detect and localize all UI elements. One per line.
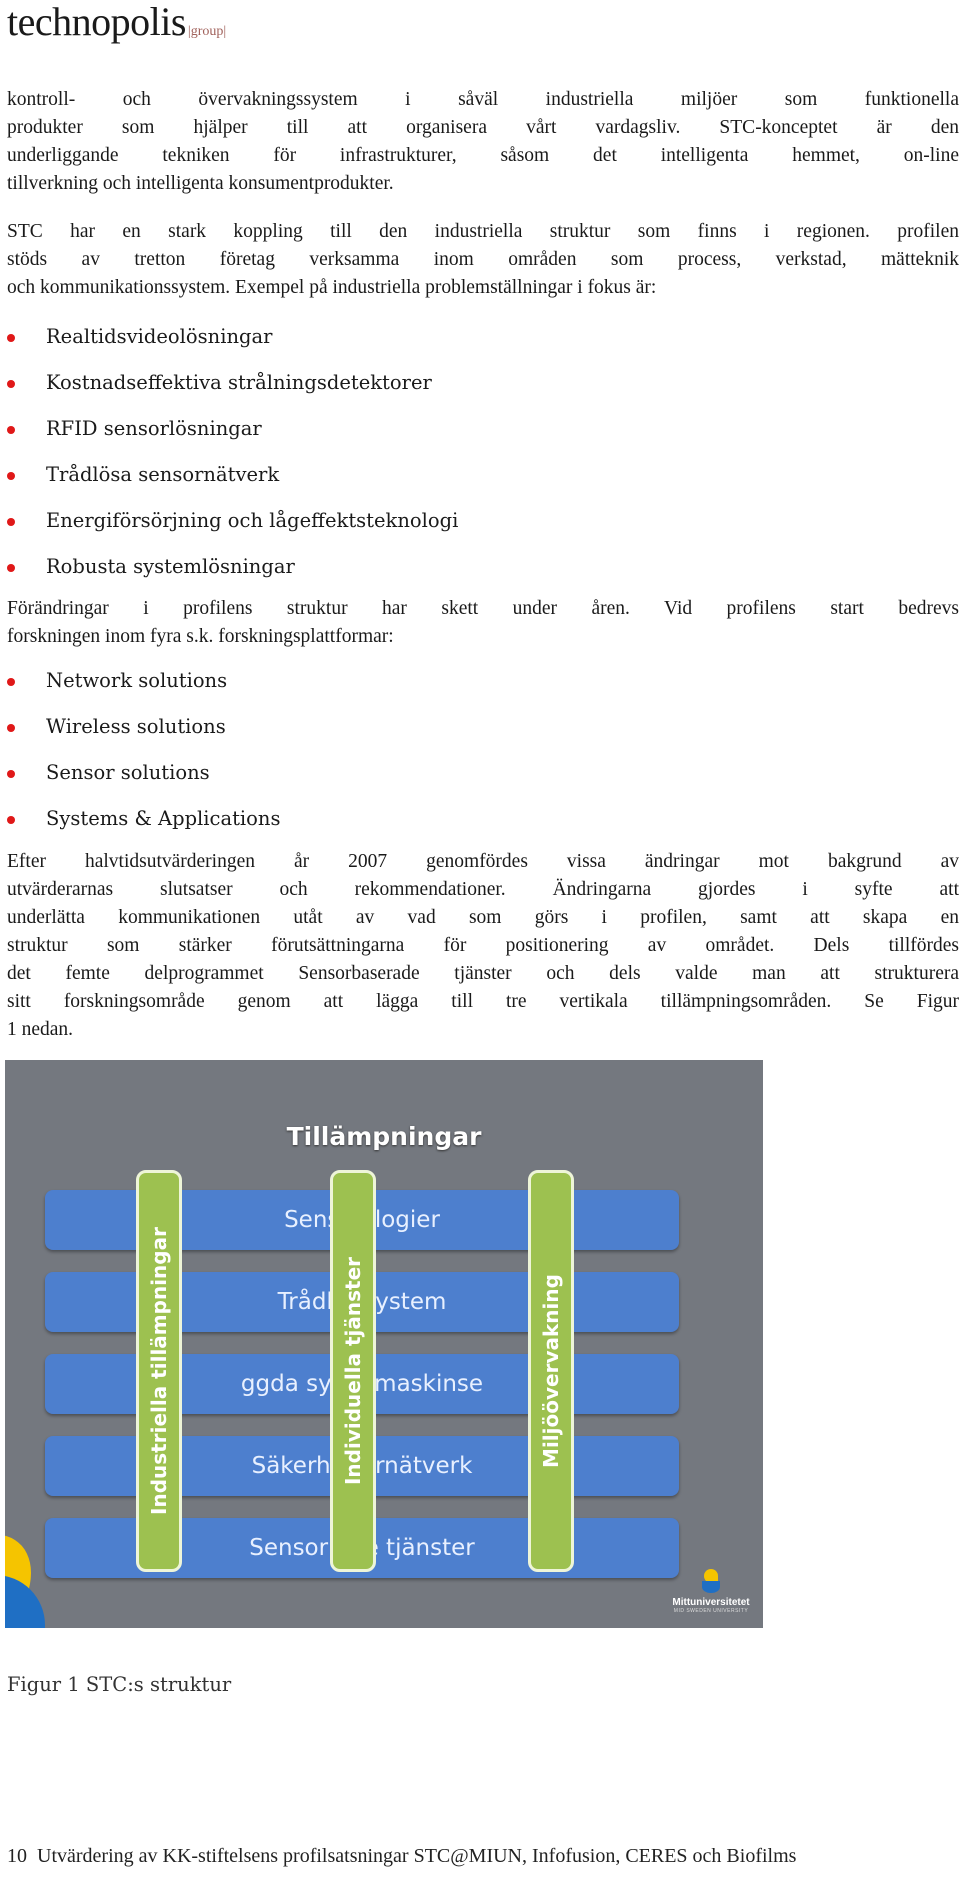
text-line: utvärderarnas slutsatser och rekommendat…: [7, 879, 959, 900]
university-name: Mittuniversitetet: [672, 1597, 750, 1608]
bullet-icon: [7, 380, 15, 388]
list-item: Sensor solutions: [0, 750, 280, 796]
list-item-label: Realtidsvideolösningar: [46, 325, 273, 348]
logo-group: |group|: [187, 24, 227, 39]
logo-main: technopolis: [7, 0, 186, 44]
figure-pillar-label: Individuella tjänster: [341, 1256, 365, 1486]
platform-list: Network solutions Wireless solutions Sen…: [0, 658, 280, 842]
paragraph-industry: STC har en stark koppling till den indus…: [7, 218, 959, 302]
list-item-label: Trådlösa sensornätverk: [46, 463, 280, 486]
text-line: struktur som stärker förutsättningarna f…: [7, 935, 959, 956]
bullet-icon: [7, 426, 15, 434]
page-footer: 10 Utvärdering av KK-stiftelsens profils…: [7, 1845, 796, 1868]
list-item: Systems & Applications: [0, 796, 280, 842]
list-item-label: RFID sensorlösningar: [46, 417, 262, 440]
list-item: Robusta systemlösningar: [0, 544, 458, 590]
figure-pillar: Industriella tillämpningar: [136, 1170, 182, 1572]
bullet-icon: [7, 678, 15, 686]
text-line: Efter halvtidsutvärderingen år 2007 geno…: [7, 851, 959, 872]
footer-title: Utvärdering av KK-stiftelsens profilsats…: [37, 1845, 797, 1867]
list-item-label: Robusta systemlösningar: [46, 555, 295, 578]
text-line: stöds av tretton företag verksamma inom …: [7, 249, 959, 270]
figure-pillar: Miljöövervakning: [528, 1170, 574, 1572]
technopolis-logo: technopolis |group|: [7, 0, 226, 54]
bullet-icon: [7, 334, 15, 342]
figure-pillar-label: Industriella tillämpningar: [147, 1227, 171, 1515]
list-item-label: Network solutions: [46, 669, 228, 692]
university-subtitle: MID SWEDEN UNIVERSITY: [673, 1608, 749, 1614]
paragraph-intro: kontroll- och övervakningssystem i såväl…: [7, 86, 959, 198]
figure-pillar-label: Miljöövervakning: [539, 1274, 563, 1468]
bullet-icon: [7, 724, 15, 732]
figure-caption: Figur 1 STC:s struktur: [7, 1673, 232, 1696]
paragraph-changes: Förändringar i profilens struktur har sk…: [7, 595, 959, 651]
list-item-label: Energiförsörjning och lågeffektsteknolog…: [46, 509, 459, 532]
text-line: STC har en stark koppling till den indus…: [7, 221, 959, 242]
problem-list: Realtidsvideolösningar Kostnadseffektiva…: [0, 314, 458, 590]
list-item: Realtidsvideolösningar: [0, 314, 458, 360]
text-line: och kommunikationssystem. Exempel på ind…: [7, 277, 657, 298]
bullet-icon: [7, 518, 15, 526]
list-item: Wireless solutions: [0, 704, 280, 750]
text-line: tillverkning och intelligenta konsumentp…: [7, 173, 394, 194]
list-item: Network solutions: [0, 658, 280, 704]
list-item-label: Systems & Applications: [46, 807, 281, 830]
text-line: underliggande tekniken för infrastruktur…: [7, 145, 959, 166]
list-item: Kostnadseffektiva strålningsdetektorer: [0, 360, 458, 406]
university-mark-icon: [700, 1569, 722, 1595]
paragraph-evaluation: Efter halvtidsutvärderingen år 2007 geno…: [7, 848, 959, 1044]
text-line: kontroll- och övervakningssystem i såväl…: [7, 89, 959, 110]
bullet-icon: [7, 816, 15, 824]
text-line: sitt forskningsområde genom att lägga ti…: [7, 991, 959, 1012]
bullet-icon: [7, 472, 15, 480]
bullet-icon: [7, 564, 15, 572]
list-item-label: Wireless solutions: [46, 715, 226, 738]
stc-structure-figure: Tillämpningar Senso ologier Trådlö tsyst…: [5, 1060, 763, 1628]
list-item-label: Sensor solutions: [46, 761, 210, 784]
bullet-icon: [7, 770, 15, 778]
text-line: forskningen inom fyra s.k. forskningspla…: [7, 626, 394, 647]
list-item-label: Kostnadseffektiva strålningsdetektorer: [46, 371, 432, 394]
text-line: 1 nedan.: [7, 1019, 74, 1040]
list-item: RFID sensorlösningar: [0, 406, 458, 452]
text-line: Förändringar i profilens struktur har sk…: [7, 598, 959, 619]
text-line: underlätta kommunikationen utåt av vad s…: [7, 907, 959, 928]
mittuniversitetet-logo: Mittuniversitetet MID SWEDEN UNIVERSITY: [671, 1569, 751, 1614]
figure-pillar: Individuella tjänster: [330, 1170, 376, 1572]
figure-title: Tillämpningar: [286, 1122, 482, 1151]
text-line: produkter som hjälper till att organiser…: [7, 117, 959, 138]
list-item: Energiförsörjning och lågeffektsteknolog…: [0, 498, 458, 544]
list-item: Trådlösa sensornätverk: [0, 452, 458, 498]
page-number: 10: [7, 1845, 27, 1867]
text-line: det femte delprogrammet Sensorbaserade t…: [7, 963, 959, 984]
